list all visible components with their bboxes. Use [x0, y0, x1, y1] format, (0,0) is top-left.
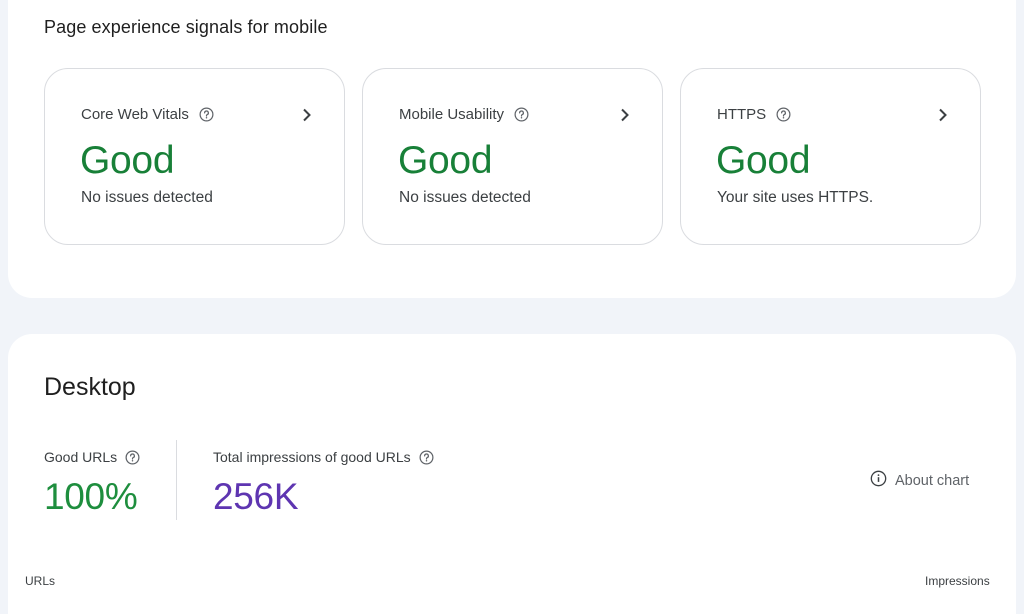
section-title: Page experience signals for mobile — [44, 17, 328, 37]
mobile-signals-panel: Page experience signals for mobile Core … — [8, 0, 1016, 298]
good-urls-metric: Good URLs 100% — [44, 449, 140, 518]
https-card[interactable]: HTTPS Good Your site uses HTTPS. — [680, 68, 981, 245]
desktop-title: Desktop — [44, 373, 136, 401]
card-label: Core Web Vitals — [81, 106, 189, 123]
good-urls-label: Good URLs — [44, 449, 118, 465]
help-circle-icon[interactable] — [199, 107, 214, 122]
desktop-panel: Desktop Good URLs 100% Total impressions… — [8, 334, 1016, 614]
about-chart-label: About chart — [895, 472, 970, 489]
help-circle-icon[interactable] — [776, 107, 791, 122]
metric-divider — [176, 440, 177, 520]
good-urls-value: 100% — [44, 476, 138, 517]
status-detail: Your site uses HTTPS. — [717, 189, 874, 206]
help-circle-icon[interactable] — [419, 450, 434, 465]
about-chart-button[interactable]: About chart — [870, 470, 969, 491]
chevron-right-icon — [936, 107, 950, 123]
status-good: Good — [398, 139, 493, 182]
axis-label-impressions: Impressions — [925, 574, 990, 588]
help-circle-icon[interactable] — [125, 450, 140, 465]
impressions-metric: Total impressions of good URLs 256K — [213, 449, 434, 518]
status-detail: No issues detected — [399, 189, 531, 206]
card-label: Mobile Usability — [399, 106, 505, 123]
impressions-label: Total impressions of good URLs — [213, 449, 411, 465]
status-detail: No issues detected — [81, 189, 213, 206]
card-label: HTTPS — [717, 106, 767, 123]
info-circle-icon — [870, 470, 887, 491]
mobile-usability-card[interactable]: Mobile Usability Good No issues detected — [362, 68, 663, 245]
impressions-value: 256K — [213, 476, 299, 517]
status-good: Good — [716, 139, 811, 182]
chevron-right-icon — [300, 107, 314, 123]
chevron-right-icon — [618, 107, 632, 123]
help-circle-icon[interactable] — [514, 107, 529, 122]
axis-label-urls: URLs — [25, 574, 56, 588]
status-good: Good — [80, 139, 175, 182]
core-web-vitals-card[interactable]: Core Web Vitals Good No issues detected — [44, 68, 345, 245]
